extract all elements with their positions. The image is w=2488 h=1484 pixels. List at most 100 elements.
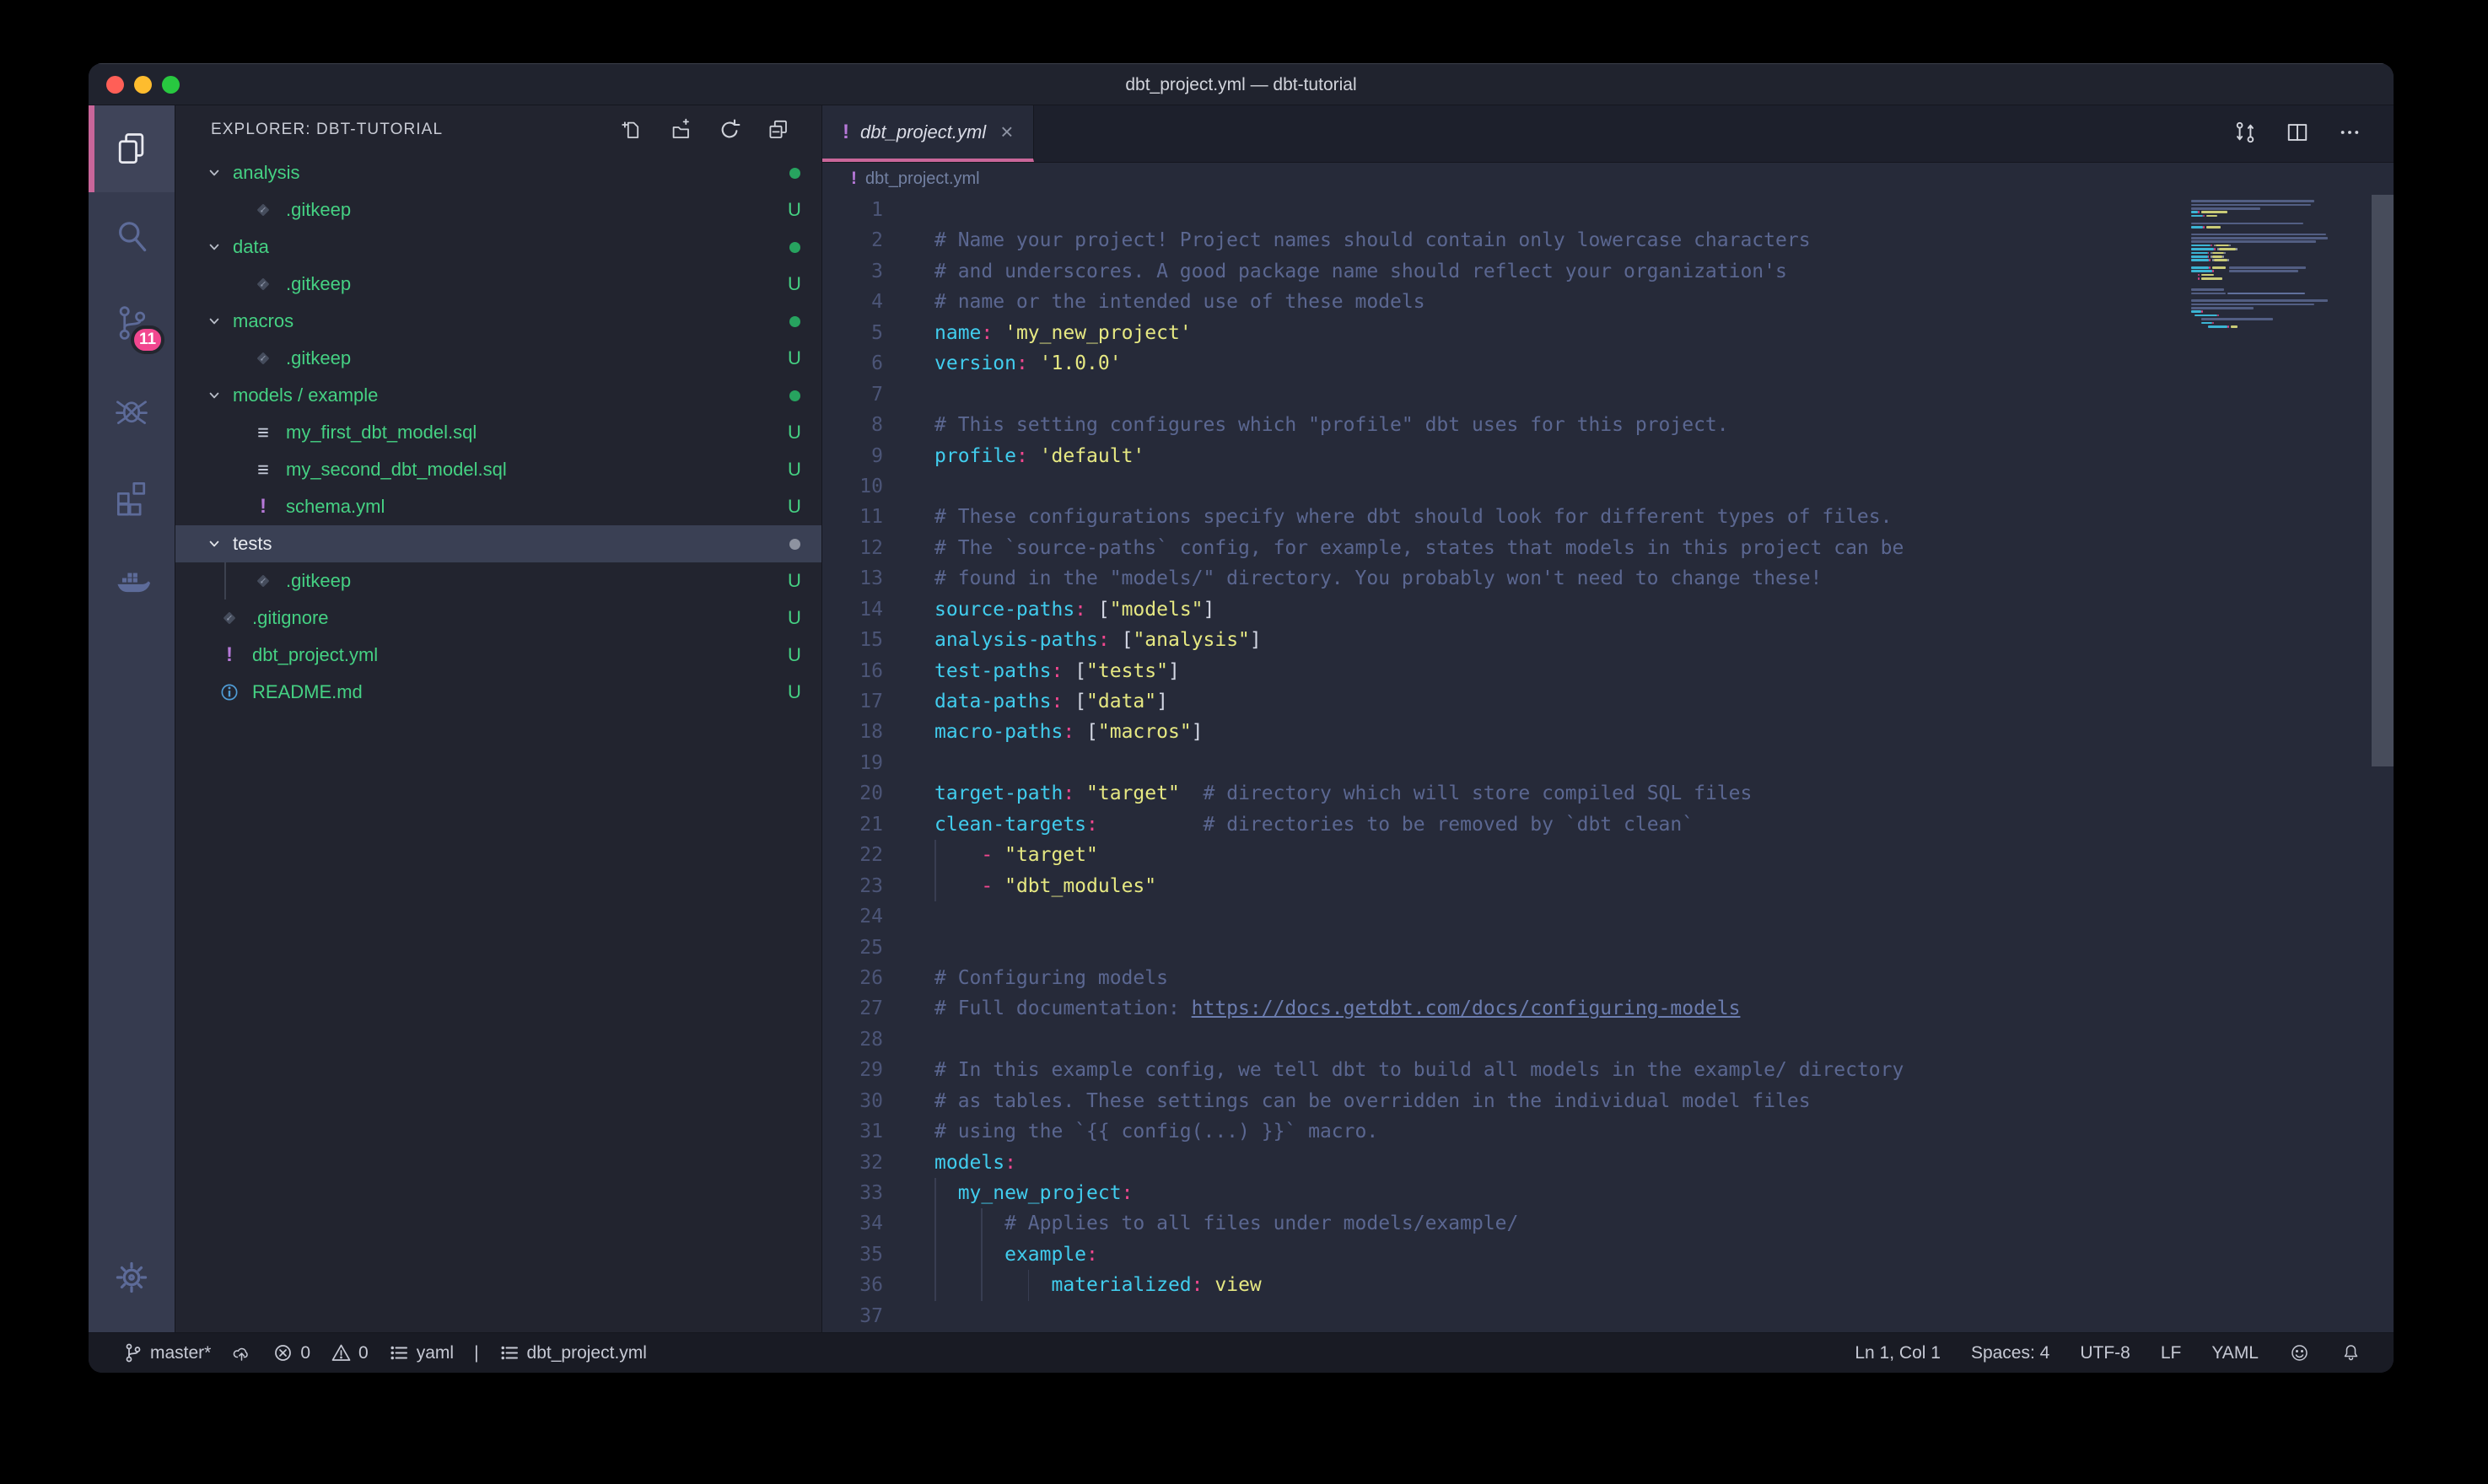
code-token: # found in the "models/" directory. You … [934, 567, 1822, 589]
close-tab-icon[interactable]: × [1000, 119, 1013, 145]
open-changes-button[interactable] [2232, 119, 2259, 146]
tree-item-my-second-dbt-model-sql[interactable]: my_second_dbt_model.sqlU [175, 451, 821, 488]
tree-item-tests[interactable]: tests [175, 525, 821, 562]
git-untracked-badge: U [778, 199, 811, 221]
refresh-explorer-button[interactable] [717, 117, 742, 142]
activity-item-source-control[interactable]: 11 [89, 279, 175, 366]
code-line-14[interactable]: 14source-paths: ["models"] [822, 594, 2394, 625]
code-line-17[interactable]: 17data-paths: ["data"] [822, 686, 2394, 717]
code-line-8[interactable]: 8# This setting configures which "profil… [822, 410, 2394, 440]
status-errors[interactable]: 0 [272, 1342, 310, 1363]
status-eol-sequence[interactable]: LF [2161, 1343, 2182, 1363]
code-line-23[interactable]: 23 - "dbt_modules" [822, 871, 2394, 901]
code-line-33[interactable]: 33 my_new_project: [822, 1178, 2394, 1208]
code-line-26[interactable]: 26# Configuring models [822, 963, 2394, 993]
code-line-10[interactable]: 10 [822, 471, 2394, 502]
code-line-28[interactable]: 28 [822, 1024, 2394, 1055]
code-line-5[interactable]: 5name: 'my_new_project' [822, 318, 2394, 348]
activity-item-manage[interactable] [89, 1234, 175, 1320]
code-line-22[interactable]: 22 - "target" [822, 840, 2394, 870]
code-line-15[interactable]: 15analysis-paths: ["analysis"] [822, 625, 2394, 655]
status-linter-language[interactable]: yaml [389, 1342, 454, 1363]
status-git-branch[interactable]: master* [122, 1342, 211, 1363]
status-feedback[interactable] [2289, 1342, 2310, 1363]
split-editor-button[interactable] [2284, 119, 2311, 146]
tree-item--gitkeep[interactable]: .gitkeepU [175, 266, 821, 303]
code-line-11[interactable]: 11# These configurations specify where d… [822, 502, 2394, 532]
code-line-36[interactable]: 36 materialized: view [822, 1270, 2394, 1300]
status-linter-file[interactable]: dbt_project.yml [499, 1342, 647, 1363]
code-line-16[interactable]: 16test-paths: ["tests"] [822, 656, 2394, 686]
code-line-25[interactable]: 25 [822, 933, 2394, 963]
code-line-9[interactable]: 9profile: 'default' [822, 441, 2394, 471]
code-token: source-paths [934, 599, 1074, 621]
scrollbar-thumb[interactable] [2372, 195, 2394, 766]
code-line-21[interactable]: 21clean-targets: # directories to be rem… [822, 809, 2394, 840]
window-title: dbt_project.yml — dbt-tutorial [89, 64, 2394, 106]
breadcrumb-file[interactable]: dbt_project.yml [865, 169, 980, 189]
tree-item-models-example[interactable]: models / example [175, 377, 821, 414]
status-encoding[interactable]: UTF-8 [2080, 1343, 2130, 1363]
code-line-12[interactable]: 12# The `source-paths` config, for examp… [822, 533, 2394, 563]
code-line-2[interactable]: 2# Name your project! Project names shou… [822, 225, 2394, 255]
new-file-button[interactable] [619, 117, 644, 142]
breadcrumb[interactable]: ! dbt_project.yml [822, 163, 2394, 195]
tree-item--gitignore[interactable]: .gitignoreU [175, 600, 821, 637]
tree-item-macros[interactable]: macros [175, 303, 821, 340]
code-line-30[interactable]: 30# as tables. These settings can be ove… [822, 1086, 2394, 1116]
more-actions-button[interactable] [2336, 119, 2363, 146]
tree-item-my-first-dbt-model-sql[interactable]: my_first_dbt_model.sqlU [175, 414, 821, 451]
code-line-27[interactable]: 27# Full documentation: https://docs.get… [822, 993, 2394, 1024]
code-line-19[interactable]: 19 [822, 748, 2394, 778]
activity-item-extensions[interactable] [89, 453, 175, 540]
code-line-35[interactable]: 35 example: [822, 1239, 2394, 1270]
minimap-line [2198, 277, 2200, 280]
activity-item-docker[interactable] [89, 540, 175, 626]
new-folder-button[interactable] [668, 117, 693, 142]
code-line-32[interactable]: 32models: [822, 1148, 2394, 1178]
code-line-6[interactable]: 6version: '1.0.0' [822, 348, 2394, 379]
minimap-line [2231, 325, 2238, 328]
tree-item-data[interactable]: data [175, 229, 821, 266]
code-line-13[interactable]: 13# found in the "models/" directory. Yo… [822, 563, 2394, 594]
code-line-34[interactable]: 34 # Applies to all files under models/e… [822, 1208, 2394, 1239]
code-line-3[interactable]: 3# and underscores. A good package name … [822, 256, 2394, 287]
status-linter-separator[interactable]: | [474, 1343, 478, 1363]
minimap[interactable] [2184, 195, 2370, 1332]
status-language-mode[interactable]: YAML [2211, 1343, 2259, 1363]
line-number: 28 [822, 1024, 883, 1055]
activity-item-search[interactable] [89, 192, 175, 279]
activity-item-explorer[interactable] [89, 105, 175, 192]
code-line-7[interactable]: 7 [822, 379, 2394, 410]
tab-dbt-project-yml[interactable]: ! dbt_project.yml × [822, 105, 1034, 162]
collapse-folders-button[interactable] [766, 117, 791, 142]
status-indentation[interactable]: Spaces: 4 [1971, 1343, 2049, 1363]
activity-item-run-debug[interactable] [89, 366, 175, 453]
tree-item-readme-md[interactable]: README.mdU [175, 674, 821, 711]
status-warnings[interactable]: 0 [331, 1342, 369, 1363]
code-line-37[interactable]: 37 [822, 1301, 2394, 1331]
minimap-line [2214, 248, 2216, 250]
tree-item--gitkeep[interactable]: .gitkeepU [175, 191, 821, 229]
code-line-29[interactable]: 29# In this example config, we tell dbt … [822, 1055, 2394, 1085]
tree-item-dbt-project-yml[interactable]: !dbt_project.ymlU [175, 637, 821, 674]
tree-item--gitkeep[interactable]: .gitkeepU [175, 340, 821, 377]
code-line-24[interactable]: 24 [822, 901, 2394, 932]
code-line-31[interactable]: 31# using the `{{ config(...) }}` macro. [822, 1116, 2394, 1147]
tree-item-schema-yml[interactable]: !schema.ymlU [175, 488, 821, 525]
code-token [1028, 352, 1040, 374]
tree-item--gitkeep[interactable]: .gitkeepU [175, 562, 821, 600]
code-line-4[interactable]: 4# name or the intended use of these mod… [822, 287, 2394, 317]
status-publish-changes[interactable] [231, 1342, 252, 1363]
tree-item-label: macros [233, 310, 293, 332]
code-editor[interactable]: 12# Name your project! Project names sho… [822, 195, 2394, 1332]
code-line-18[interactable]: 18macro-paths: ["macros"] [822, 717, 2394, 747]
tree-item-analysis[interactable]: analysis [175, 154, 821, 191]
minimap-line [2206, 226, 2221, 229]
code-line-1[interactable]: 1 [822, 195, 2394, 225]
status-notifications[interactable] [2340, 1342, 2361, 1363]
tree-item-label: data [233, 236, 269, 258]
git-icon [253, 571, 273, 591]
status-cursor-position[interactable]: Ln 1, Col 1 [1855, 1343, 1941, 1363]
code-line-20[interactable]: 20target-path: "target" # directory whic… [822, 778, 2394, 809]
